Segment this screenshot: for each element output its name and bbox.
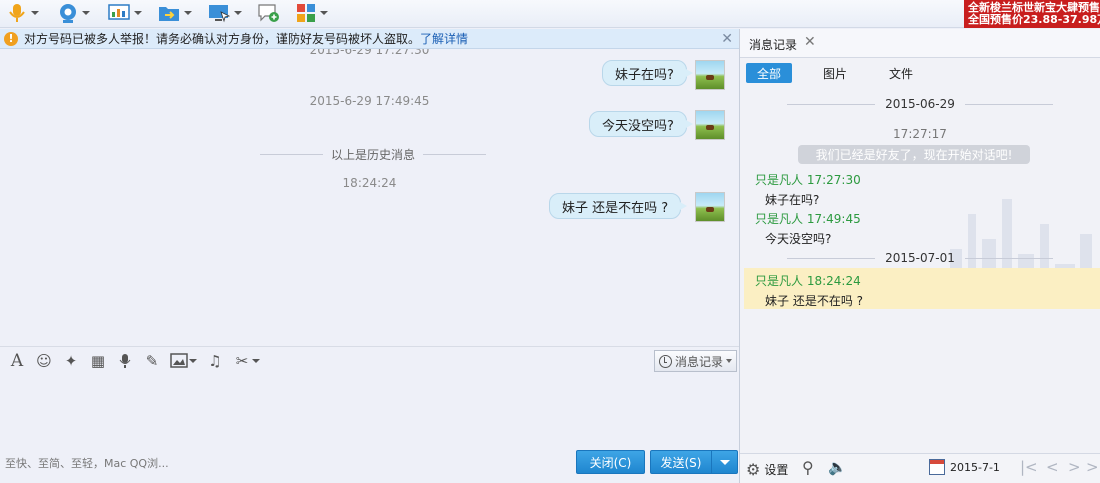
message-sender: 只是凡人 17:49:45 bbox=[755, 212, 861, 226]
chevron-down-icon bbox=[719, 459, 730, 465]
date-label: 2015-06-29 bbox=[885, 97, 955, 111]
chat-message-area: 2015-6-29 17:27:30 妹子在吗? 2015-6-29 17:49… bbox=[0, 49, 739, 346]
apps-button[interactable] bbox=[295, 1, 328, 25]
close-icon[interactable]: ✕ bbox=[721, 31, 733, 47]
date-separator: 2015-07-01 bbox=[740, 251, 1100, 265]
timestamp: 2015-6-29 17:49:45 bbox=[309, 94, 430, 108]
promo-text[interactable]: 至快、至简、至轻，Mac QQ浏... bbox=[5, 455, 169, 471]
message-text: 妹子在吗? bbox=[765, 193, 820, 207]
speaker-icon[interactable]: 🔈 bbox=[828, 458, 847, 476]
chevron-down-icon bbox=[31, 11, 39, 15]
clock-icon bbox=[658, 354, 672, 368]
chevron-down-icon bbox=[234, 11, 242, 15]
warning-text: 对方号码已被多人举报！请务必确认对方身份，谨防好友号码被坏人盗取。 bbox=[24, 32, 421, 46]
send-options-button[interactable] bbox=[711, 450, 738, 474]
ad-line-2: 全国预售价23.88-37.98万 bbox=[968, 13, 1100, 26]
folder-send-icon bbox=[159, 7, 179, 21]
security-warning-bar: ! 对方号码已被多人举报！请务必确认对方身份，谨防好友号码被坏人盗取。 了解详情… bbox=[0, 29, 739, 49]
timestamp: 17:27:17 bbox=[893, 127, 947, 141]
chevron-down-icon bbox=[184, 11, 192, 15]
calendar-icon[interactable] bbox=[929, 459, 945, 475]
previous-page-icon[interactable]: < bbox=[1046, 458, 1059, 476]
voice-call-button[interactable] bbox=[6, 1, 39, 25]
message-bubble: 妹子在吗? bbox=[602, 60, 693, 86]
chevron-down-icon bbox=[320, 11, 328, 15]
edit-icon[interactable]: ✎ bbox=[143, 352, 161, 370]
filter-images[interactable]: 图片 bbox=[812, 63, 858, 83]
message-history-button[interactable]: 消息记录 bbox=[653, 350, 737, 372]
warning-icon: ! bbox=[4, 31, 18, 46]
send-button[interactable]: 发送(S) bbox=[650, 450, 712, 474]
chevron-down-icon bbox=[726, 359, 732, 363]
microphone-icon bbox=[9, 4, 25, 22]
message-history-label: 消息记录 bbox=[674, 354, 723, 369]
remote-desktop-button[interactable] bbox=[107, 1, 142, 25]
settings-label: 设置 bbox=[764, 463, 789, 477]
tab-label: 消息记录 bbox=[749, 38, 798, 52]
system-message: 我们已经是好友了，现在开始对话吧! bbox=[798, 145, 1030, 164]
message-bubble: 妹子 还是不在吗 ? bbox=[549, 193, 688, 219]
emoji-icon[interactable]: ☺ bbox=[35, 352, 53, 370]
settings-button[interactable]: ⚙ 设置 bbox=[746, 460, 788, 479]
video-call-button[interactable] bbox=[57, 1, 90, 25]
close-icon[interactable]: ✕ bbox=[804, 34, 816, 50]
font-icon[interactable]: A bbox=[8, 351, 26, 371]
filter-files[interactable]: 文件 bbox=[878, 63, 924, 83]
magic-wand-icon[interactable]: ✦ bbox=[62, 352, 80, 370]
date-label: 2015-07-01 bbox=[885, 251, 955, 265]
webcam-icon bbox=[60, 4, 76, 23]
date-separator: 2015-06-29 bbox=[740, 97, 1100, 111]
input-toolbar: A ☺ ✦ ▦ ✎ ♫ ✂ 消息记录 bbox=[0, 346, 739, 374]
bottom-bar: 至快、至简、至轻，Mac QQ浏... 关闭(C) 发送(S) bbox=[0, 449, 739, 483]
message-sender: 只是凡人 18:24:24 bbox=[755, 274, 861, 288]
screen-share-button[interactable] bbox=[207, 1, 242, 25]
message-text: 今天没空吗? bbox=[765, 232, 832, 246]
current-date: 2015-7-1 bbox=[950, 461, 1000, 474]
avatar[interactable] bbox=[695, 110, 725, 140]
first-page-icon[interactable]: |< bbox=[1020, 458, 1038, 476]
chat-add-icon bbox=[258, 4, 279, 22]
next-page-icon[interactable]: > bbox=[1068, 458, 1081, 476]
avatar[interactable] bbox=[695, 192, 725, 222]
presentation-icon bbox=[108, 4, 130, 20]
timestamp: 18:24:24 bbox=[342, 176, 397, 190]
image-icon[interactable] bbox=[170, 352, 188, 370]
avatar[interactable] bbox=[695, 60, 725, 90]
message-text: 妹子 还是不在吗 ? bbox=[765, 294, 863, 308]
learn-more-link[interactable]: 了解详情 bbox=[420, 30, 468, 47]
tab-message-history[interactable]: 消息记录 ✕ bbox=[740, 29, 1100, 58]
history-footer: ⚙ 设置 ⚲ 🔈 2015-7-1 |< < > >| bbox=[740, 453, 1100, 483]
search-icon[interactable]: ⚲ bbox=[802, 458, 814, 477]
history-divider-label: 以上是历史消息 bbox=[331, 148, 416, 162]
send-file-button[interactable] bbox=[157, 1, 192, 25]
advertisement-banner[interactable]: 全新梭兰标世新宝大肆预售 全国预售价23.88-37.98万 bbox=[964, 0, 1100, 28]
history-filters: 全部 图片 文件 bbox=[746, 63, 924, 83]
chevron-down-icon[interactable] bbox=[189, 358, 197, 363]
music-icon[interactable]: ♫ bbox=[206, 352, 224, 370]
message-bubble: 今天没空吗? bbox=[589, 111, 693, 137]
filter-all[interactable]: 全部 bbox=[746, 63, 793, 83]
timestamp: 2015-6-29 17:27:30 bbox=[309, 49, 430, 57]
gear-icon: ⚙ bbox=[746, 460, 761, 479]
message-sender: 只是凡人 17:27:30 bbox=[755, 173, 861, 187]
top-toolbar: 全新梭兰标世新宝大肆预售 全国预售价23.88-37.98万 bbox=[0, 0, 1100, 28]
gif-icon[interactable]: ▦ bbox=[89, 352, 107, 370]
last-page-icon[interactable]: >| bbox=[1086, 458, 1100, 476]
close-button[interactable]: 关闭(C) bbox=[576, 450, 645, 474]
scissors-icon[interactable]: ✂ bbox=[233, 352, 251, 370]
apps-grid-icon bbox=[297, 4, 315, 22]
chevron-down-icon bbox=[82, 11, 90, 15]
message-input[interactable] bbox=[0, 374, 739, 449]
chevron-down-icon[interactable] bbox=[252, 358, 260, 363]
history-divider: 以上是历史消息 bbox=[260, 146, 487, 163]
history-panel: 消息记录 ✕ 全部 图片 文件 2015-06-29 17:27:17 我们已经… bbox=[740, 29, 1100, 483]
chevron-down-icon bbox=[134, 11, 142, 15]
group-chat-button[interactable] bbox=[257, 1, 281, 25]
voice-message-icon[interactable] bbox=[116, 352, 134, 370]
monitor-icon bbox=[209, 5, 231, 23]
